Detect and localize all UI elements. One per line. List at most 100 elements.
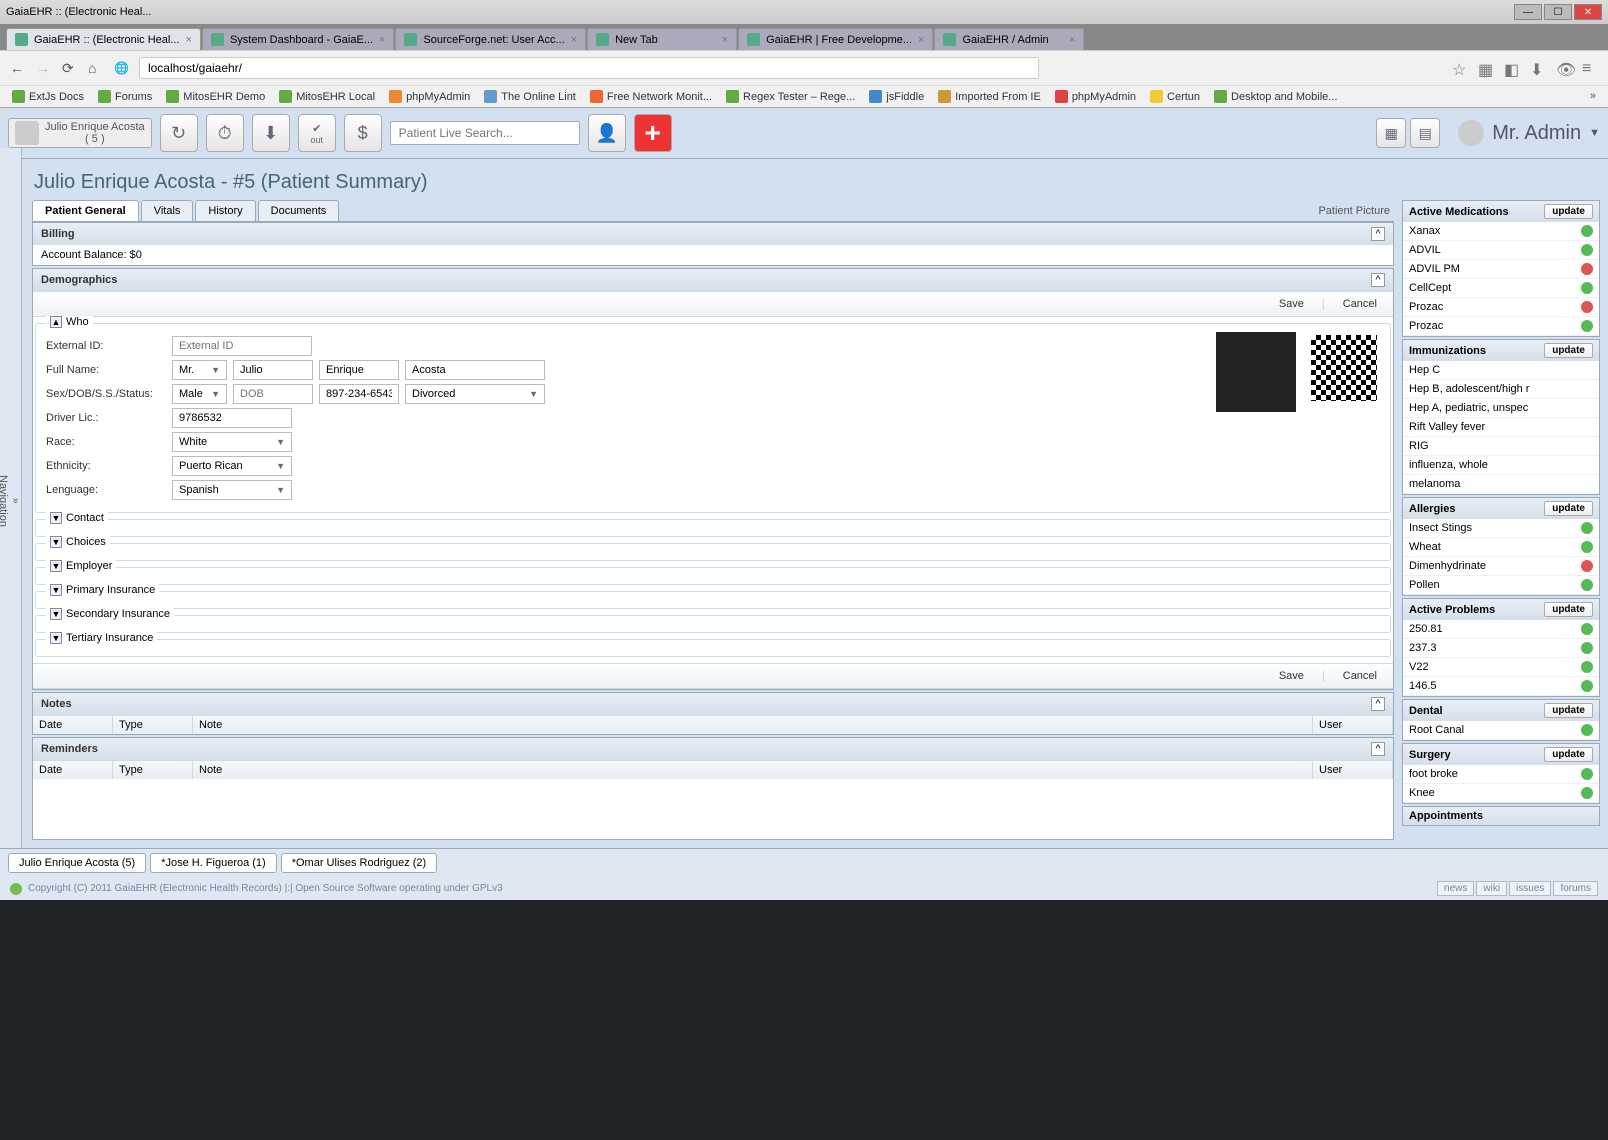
toggle-icon[interactable]: ▼ bbox=[50, 632, 62, 644]
update-button[interactable]: update bbox=[1544, 602, 1593, 617]
collapse-icon[interactable]: ^ bbox=[1371, 742, 1385, 756]
bookmark[interactable]: The Online Lint bbox=[484, 90, 576, 103]
collapse-icon[interactable]: ^ bbox=[1371, 227, 1385, 241]
chevron-down-icon[interactable]: ▼ bbox=[1589, 127, 1600, 139]
grid-view-button[interactable]: ▦ bbox=[1376, 118, 1406, 148]
tab-patient-general[interactable]: Patient General bbox=[32, 200, 139, 221]
update-button[interactable]: update bbox=[1544, 501, 1593, 516]
list-item[interactable]: RIG bbox=[1403, 437, 1599, 456]
list-item[interactable]: influenza, whole bbox=[1403, 456, 1599, 475]
first-name-input[interactable] bbox=[233, 360, 313, 380]
bookmark[interactable]: phpMyAdmin bbox=[389, 90, 470, 103]
middle-name-input[interactable] bbox=[319, 360, 399, 380]
browser-tab[interactable]: New Tab× bbox=[587, 28, 737, 50]
collapse-icon[interactable]: ^ bbox=[1371, 273, 1385, 287]
list-view-button[interactable]: ▤ bbox=[1410, 118, 1440, 148]
save-button[interactable]: Save bbox=[1279, 298, 1304, 310]
driver-input[interactable] bbox=[172, 408, 292, 428]
list-item[interactable]: ADVIL PM bbox=[1403, 260, 1599, 279]
update-button[interactable]: update bbox=[1544, 204, 1593, 219]
browser-tab[interactable]: GaiaEHR | Free Developme...× bbox=[738, 28, 933, 50]
list-item[interactable]: Hep C bbox=[1403, 361, 1599, 380]
browser-tab[interactable]: GaiaEHR :: (Electronic Heal...× bbox=[6, 28, 201, 50]
status-select[interactable]: Divorced▼ bbox=[405, 384, 545, 404]
footer-link[interactable]: issues bbox=[1509, 881, 1551, 896]
bookmark[interactable]: jsFiddle bbox=[869, 90, 924, 103]
list-item[interactable]: CellCept bbox=[1403, 279, 1599, 298]
tab-history[interactable]: History bbox=[195, 200, 255, 221]
back-button[interactable]: ← bbox=[10, 60, 26, 76]
collapse-icon[interactable]: ^ bbox=[1371, 697, 1385, 711]
patient-tab[interactable]: *Jose H. Figueroa (1) bbox=[150, 853, 277, 873]
tab-close-icon[interactable]: × bbox=[186, 34, 192, 46]
ssn-input[interactable] bbox=[319, 384, 399, 404]
list-item[interactable]: Xanax bbox=[1403, 222, 1599, 241]
download-button[interactable]: ⬇ bbox=[252, 114, 290, 152]
external-id-input[interactable] bbox=[172, 336, 312, 356]
reload-button[interactable]: ⟳ bbox=[62, 60, 78, 76]
footer-link[interactable]: news bbox=[1437, 881, 1474, 896]
bookmark[interactable]: Desktop and Mobile... bbox=[1214, 90, 1337, 103]
list-item[interactable]: V22 bbox=[1403, 658, 1599, 677]
race-select[interactable]: White▼ bbox=[172, 432, 292, 452]
minimize-button[interactable]: — bbox=[1514, 4, 1542, 20]
prefix-select[interactable]: Mr.▼ bbox=[172, 360, 227, 380]
browser-tab[interactable]: GaiaEHR / Admin× bbox=[934, 28, 1084, 50]
maximize-button[interactable]: ☐ bbox=[1544, 4, 1572, 20]
address-bar[interactable] bbox=[139, 57, 1039, 79]
bookmark[interactable]: Forums bbox=[98, 90, 152, 103]
list-item[interactable]: Root Canal bbox=[1403, 721, 1599, 740]
patient-tab[interactable]: Julio Enrique Acosta (5) bbox=[8, 853, 146, 873]
list-item[interactable]: Hep A, pediatric, unspec bbox=[1403, 399, 1599, 418]
list-item[interactable]: ADVIL bbox=[1403, 241, 1599, 260]
patient-tab[interactable]: *Omar Ulises Rodriguez (2) bbox=[281, 853, 437, 873]
bookmark[interactable]: MitosEHR Local bbox=[279, 90, 375, 103]
bookmark[interactable]: Free Network Monit... bbox=[590, 90, 712, 103]
ext-icon[interactable]: ▦ bbox=[1478, 60, 1494, 76]
tab-vitals[interactable]: Vitals bbox=[141, 200, 194, 221]
list-item[interactable]: Rift Valley fever bbox=[1403, 418, 1599, 437]
footer-link[interactable]: wiki bbox=[1476, 881, 1507, 896]
list-item[interactable]: Pollen bbox=[1403, 576, 1599, 595]
cancel-button[interactable]: Cancel bbox=[1343, 670, 1377, 682]
forward-button[interactable]: → bbox=[36, 60, 52, 76]
list-item[interactable]: Prozac bbox=[1403, 317, 1599, 336]
bookmarks-overflow[interactable]: » bbox=[1590, 90, 1596, 103]
browser-tab[interactable]: SourceForge.net: User Acc...× bbox=[395, 28, 586, 50]
list-item[interactable]: Knee bbox=[1403, 784, 1599, 803]
list-item[interactable]: Dimenhydrinate bbox=[1403, 557, 1599, 576]
bookmark[interactable]: Certun bbox=[1150, 90, 1200, 103]
home-button[interactable]: ⌂ bbox=[88, 60, 104, 76]
patient-search-input[interactable] bbox=[390, 121, 580, 145]
list-item[interactable]: Prozac bbox=[1403, 298, 1599, 317]
toggle-icon[interactable]: ▼ bbox=[50, 536, 62, 548]
navigation-strip[interactable]: » Navigation bbox=[0, 148, 22, 848]
bookmark[interactable]: MitosEHR Demo bbox=[166, 90, 265, 103]
bookmark[interactable]: ExtJs Docs bbox=[12, 90, 84, 103]
ext-icon[interactable]: 👁 bbox=[1556, 60, 1572, 76]
close-button[interactable]: ✕ bbox=[1574, 4, 1602, 20]
update-button[interactable]: update bbox=[1544, 703, 1593, 718]
toggle-icon[interactable]: ▲ bbox=[50, 316, 62, 328]
save-button[interactable]: Save bbox=[1279, 670, 1304, 682]
clock-add-button[interactable]: ⏱ bbox=[206, 114, 244, 152]
update-button[interactable]: update bbox=[1544, 747, 1593, 762]
toggle-icon[interactable]: ▼ bbox=[50, 560, 62, 572]
menu-icon[interactable]: ≡ bbox=[1582, 60, 1598, 76]
checkout-button[interactable]: ✔out bbox=[298, 114, 336, 152]
emergency-button[interactable]: + bbox=[634, 114, 672, 152]
list-item[interactable]: foot broke bbox=[1403, 765, 1599, 784]
list-item[interactable]: 146.5 bbox=[1403, 677, 1599, 696]
ethnicity-select[interactable]: Puerto Rican▼ bbox=[172, 456, 292, 476]
tab-documents[interactable]: Documents bbox=[258, 200, 340, 221]
bookmark[interactable]: Regex Tester – Rege... bbox=[726, 90, 855, 103]
toggle-icon[interactable]: ▼ bbox=[50, 512, 62, 524]
ext-icon[interactable]: ◧ bbox=[1504, 60, 1520, 76]
current-patient-badge[interactable]: Julio Enrique Acosta( 5 ) bbox=[8, 118, 152, 148]
download-icon[interactable]: ⬇ bbox=[1530, 60, 1546, 76]
toggle-icon[interactable]: ▼ bbox=[50, 608, 62, 620]
list-item[interactable]: Wheat bbox=[1403, 538, 1599, 557]
list-item[interactable]: Hep B, adolescent/high r bbox=[1403, 380, 1599, 399]
toggle-icon[interactable]: ▼ bbox=[50, 584, 62, 596]
star-icon[interactable]: ☆ bbox=[1452, 60, 1468, 76]
